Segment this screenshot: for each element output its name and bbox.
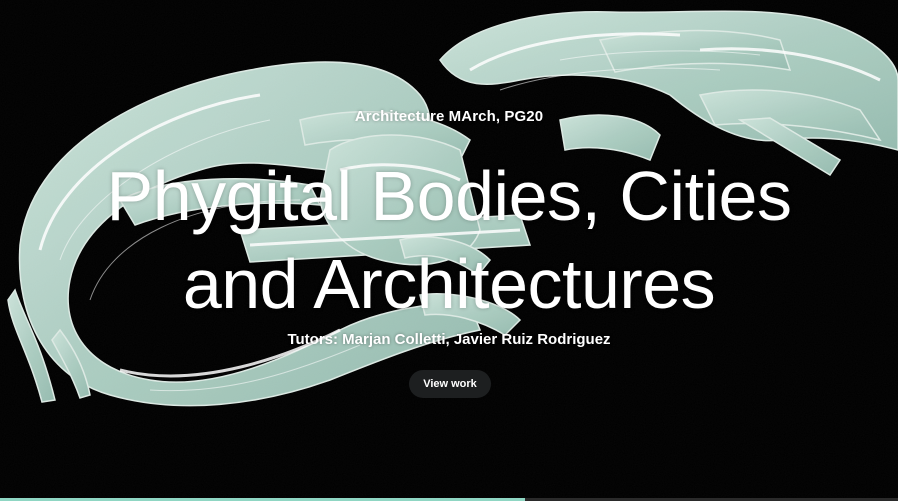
project-title: Phygital Bodies, Cities and Architecture… (0, 152, 898, 328)
hero-banner: Architecture MArch, PG20 Phygital Bodies… (0, 0, 898, 501)
programme-label: Architecture MArch, PG20 (354, 108, 544, 125)
tutors-text: Tutors: Marjan Colletti, Javier Ruiz Rod… (287, 331, 611, 348)
project-title-line-2: and Architectures (182, 245, 716, 323)
view-work-button[interactable]: View work (409, 370, 491, 398)
hero-content: Architecture MArch, PG20 Phygital Bodies… (0, 0, 898, 501)
project-title-line-1: Phygital Bodies, Cities (106, 157, 792, 235)
